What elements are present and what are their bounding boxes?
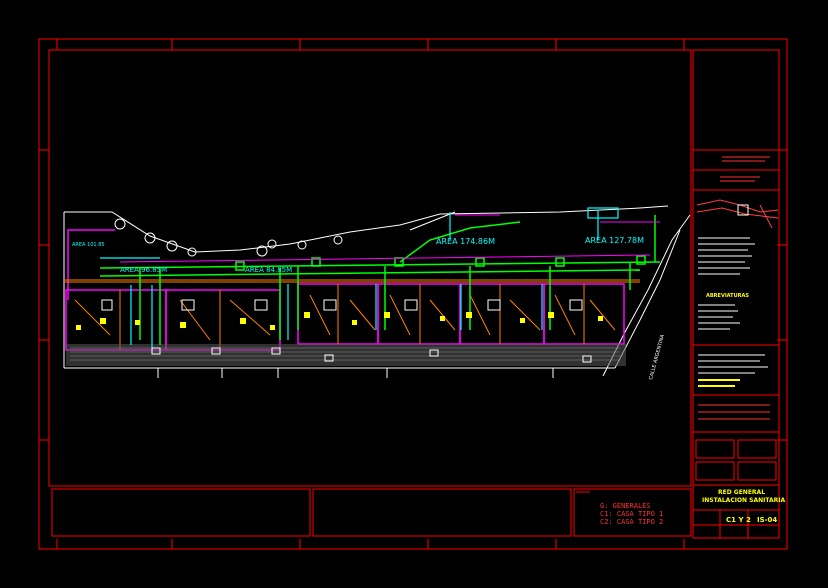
magenta-pipes — [119, 214, 660, 263]
street-label: CALLE ARGENTINA — [648, 333, 666, 380]
index-row-1: G: GENERALES — [600, 502, 651, 510]
hatch-band — [66, 344, 626, 366]
building-units — [65, 229, 625, 351]
title-line-2: INSTALACION SANITARIA — [702, 497, 786, 504]
area-label-4: AREA 84.85M — [245, 266, 292, 274]
index-list: G: GENERALES C1: CASA TIPO 1 C2: CASA TI… — [600, 502, 663, 526]
cyan-pipes — [100, 207, 619, 350]
key-plan — [696, 199, 779, 229]
index-row-2: C1: CASA TIPO 1 — [600, 510, 663, 518]
area-label-2: AREA 127.78M — [585, 236, 644, 245]
bottom-panels — [51, 488, 692, 537]
yellow-fixtures — [76, 312, 603, 330]
legend-lines — [698, 237, 768, 374]
index-row-3: C2: CASA TIPO 2 — [600, 518, 663, 526]
outer-frame — [38, 38, 788, 550]
border-ticks — [39, 39, 787, 549]
title-line-1: RED GENERAL — [718, 489, 765, 496]
legend-section-title: ABREVIATURAS — [706, 293, 749, 299]
legend-yellow-notes — [698, 379, 740, 387]
area-label-1: AREA 174.86M — [436, 237, 495, 246]
cad-drawing-sheet: ABREVIATURAS G: GENERALES C1: CASA TIPO … — [38, 38, 788, 550]
area-label-3: AREA 96.85M — [120, 266, 167, 274]
sheet-code: C1 Y 2 — [726, 516, 751, 524]
sheet-number: IS-04 — [757, 516, 777, 524]
area-label-5: AREA 101.85 — [72, 242, 105, 248]
white-drop-lines — [157, 368, 554, 378]
